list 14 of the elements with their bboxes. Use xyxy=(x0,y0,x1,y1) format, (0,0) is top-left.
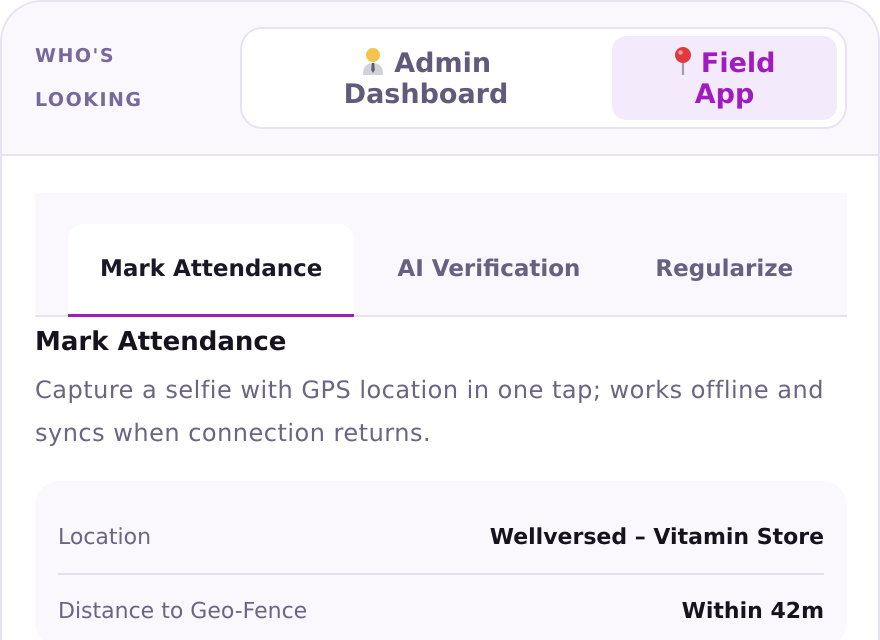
detail-label: Location xyxy=(58,524,152,550)
view-toggle[interactable]: Field App xyxy=(612,36,837,120)
tab[interactable]: AI Verification xyxy=(365,224,612,317)
tab[interactable]: Mark Attendance xyxy=(68,224,354,317)
section-description: Capture a selfie with GPS location in one tap; works offline and syncs when connection returns. xyxy=(35,375,825,449)
tab[interactable]: Regularize xyxy=(623,224,826,317)
detail-label: Distance to Geo-Fence xyxy=(58,598,308,624)
who-label: WHO'S LOOKING xyxy=(35,44,144,113)
person-icon xyxy=(360,46,385,74)
detail-value: Wellversed – Vitamin Store xyxy=(490,524,824,550)
pin-icon xyxy=(674,46,692,74)
detail-value: Within 42m xyxy=(682,598,824,624)
section-title: Mark Attendance xyxy=(35,326,288,359)
view-toggle[interactable]: Admin Dashboard xyxy=(250,36,602,120)
